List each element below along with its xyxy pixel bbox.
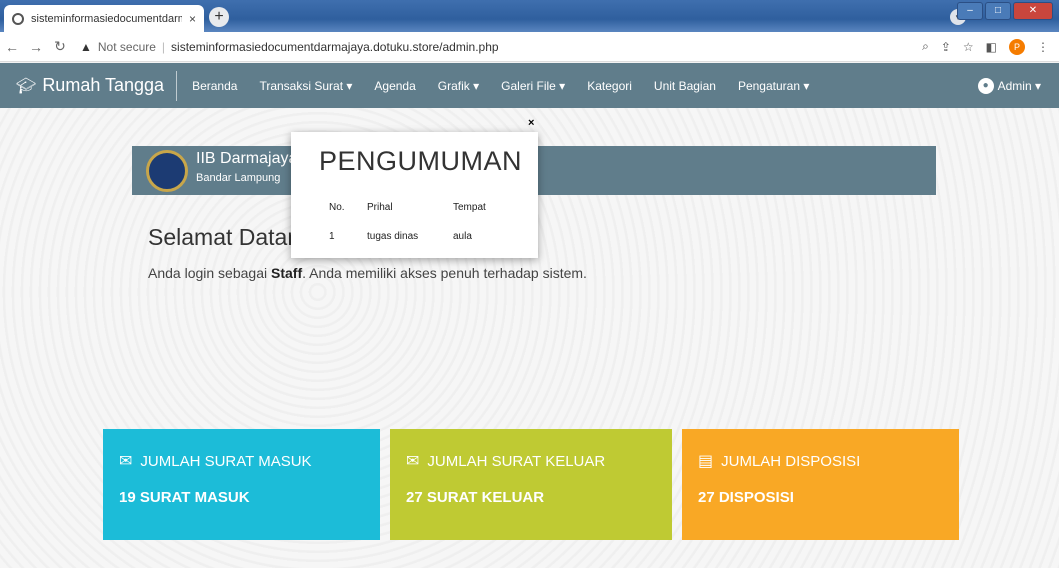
table-header-row: No. Prihal Tempat — [319, 202, 496, 231]
card-title: JUMLAH SURAT MASUK — [140, 452, 312, 470]
menu-transaksi-surat[interactable]: Transaksi Surat ▾ — [248, 79, 363, 93]
column-header-tempat: Tempat — [453, 202, 486, 213]
profile-avatar[interactable]: P — [1009, 38, 1025, 55]
tab-close-button[interactable]: × — [189, 12, 196, 26]
reload-icon[interactable]: ↻ — [48, 38, 72, 55]
stat-cards: ✉ JUMLAH SURAT MASUK 19 SURAT MASUK ✉ JU… — [103, 429, 959, 540]
forward-icon[interactable]: → — [24, 39, 48, 55]
browser-tab[interactable]: sisteminformasiedocumentdarma × — [4, 5, 204, 32]
login-suffix: . Anda memiliki akses penuh terhadap sis… — [302, 265, 587, 281]
user-circle-icon: ● — [977, 77, 994, 94]
menu-agenda[interactable]: Agenda — [363, 79, 426, 93]
cell-no: 1 — [329, 231, 335, 242]
share-icon[interactable]: ⇪ — [941, 40, 951, 54]
table-row: 1 tugas dinas aula — [319, 231, 496, 242]
institution-city: Bandar Lampung — [196, 172, 281, 184]
card-count: 27 DISPOSISI — [698, 489, 794, 506]
card-count: 19 SURAT MASUK — [119, 489, 250, 506]
url-field[interactable]: ▲ Not secure | sisteminformasiedocumentd… — [80, 36, 880, 58]
new-tab-button[interactable]: + — [209, 7, 229, 27]
card-header: ▤ JUMLAH DISPOSISI — [698, 451, 943, 471]
login-role: Staff — [271, 265, 303, 281]
menu-galeri-file[interactable]: Galeri File ▾ — [490, 79, 576, 93]
menu-pengaturan[interactable]: Pengaturan ▾ — [727, 79, 820, 93]
menu-beranda[interactable]: Beranda — [181, 79, 248, 93]
institution-name: IIB Darmajaya — [196, 150, 298, 167]
envelope-icon: ✉ — [119, 453, 133, 470]
browser-menu-icon[interactable]: ⋮ — [1037, 40, 1049, 54]
globe-icon — [12, 12, 24, 25]
menu-grafik[interactable]: Grafik ▾ — [427, 79, 490, 93]
popup-close-button[interactable]: × — [528, 117, 534, 129]
app-navbar: 🎓︎ Rumah Tangga Beranda Transaksi Surat … — [0, 63, 1059, 108]
browser-tab-bar: sisteminformasiedocumentdarma × + ▾ – □ … — [0, 0, 1059, 32]
zoom-icon[interactable]: ⌕ — [922, 39, 929, 54]
card-header: ✉ JUMLAH SURAT KELUAR — [406, 451, 656, 471]
menu-kategori[interactable]: Kategori — [576, 79, 643, 93]
card-title: JUMLAH SURAT KELUAR — [427, 452, 606, 470]
login-prefix: Anda login sebagai — [148, 265, 271, 281]
window-controls: – □ ✕ — [957, 2, 1053, 20]
card-header: ✉ JUMLAH SURAT MASUK — [119, 451, 364, 471]
cell-tempat: aula — [453, 231, 472, 242]
card-surat-keluar[interactable]: ✉ JUMLAH SURAT KELUAR 27 SURAT KELUAR — [390, 429, 672, 540]
back-icon[interactable]: ← — [0, 39, 24, 55]
card-title: JUMLAH DISPOSISI — [721, 452, 861, 470]
menu-unit-bagian[interactable]: Unit Bagian — [643, 79, 727, 93]
envelope-open-icon: ✉ — [406, 453, 420, 470]
address-bar: ← → ↻ ▲ Not secure | sisteminformasiedoc… — [0, 32, 1059, 62]
login-info: Anda login sebagai Staff. Anda memiliki … — [148, 265, 587, 281]
minimize-button[interactable]: – — [957, 2, 983, 20]
user-menu[interactable]: ● Admin ▾ — [977, 77, 1059, 94]
brand-name: Rumah Tangga — [42, 75, 165, 95]
announcement-table: No. Prihal Tempat 1 tugas dinas aula — [319, 202, 496, 242]
welcome-heading: Selamat Datang — [148, 224, 313, 250]
side-panel-icon[interactable]: ◧ — [986, 40, 997, 54]
brand[interactable]: 🎓︎ Rumah Tangga — [0, 70, 178, 101]
maximize-button[interactable]: □ — [985, 2, 1011, 20]
not-secure-label: Not secure — [97, 39, 156, 54]
file-icon: ▤ — [698, 453, 714, 470]
graduation-cap-icon: 🎓︎ — [16, 77, 37, 95]
user-name: Admin ▾ — [997, 78, 1041, 93]
url-separator: | — [161, 39, 166, 54]
institution-logo — [146, 150, 188, 192]
cell-prihal: tugas dinas — [367, 231, 419, 242]
main-menu: Beranda Transaksi Surat ▾ Agenda Grafik … — [181, 79, 820, 93]
card-surat-masuk[interactable]: ✉ JUMLAH SURAT MASUK 19 SURAT MASUK — [103, 429, 380, 540]
tab-title: sisteminformasiedocumentdarma — [31, 12, 182, 25]
url-text: sisteminformasiedocumentdarmajaya.dotuku… — [171, 39, 499, 54]
announcement-popup: PENGUMUMAN No. Prihal Tempat 1 tugas din… — [291, 132, 538, 258]
bookmark-star-icon[interactable]: ☆ — [963, 40, 974, 54]
column-header-no: No. — [329, 202, 345, 213]
popup-title: PENGUMUMAN — [319, 146, 523, 176]
browser-actions: ⌕ ⇪ ☆ ◧ P ⋮ — [922, 38, 1059, 55]
column-header-prihal: Prihal — [367, 202, 393, 213]
warning-icon: ▲ — [80, 39, 92, 54]
card-count: 27 SURAT KELUAR — [406, 489, 545, 506]
card-disposisi[interactable]: ▤ JUMLAH DISPOSISI 27 DISPOSISI — [682, 429, 959, 540]
close-window-button[interactable]: ✕ — [1013, 2, 1053, 20]
